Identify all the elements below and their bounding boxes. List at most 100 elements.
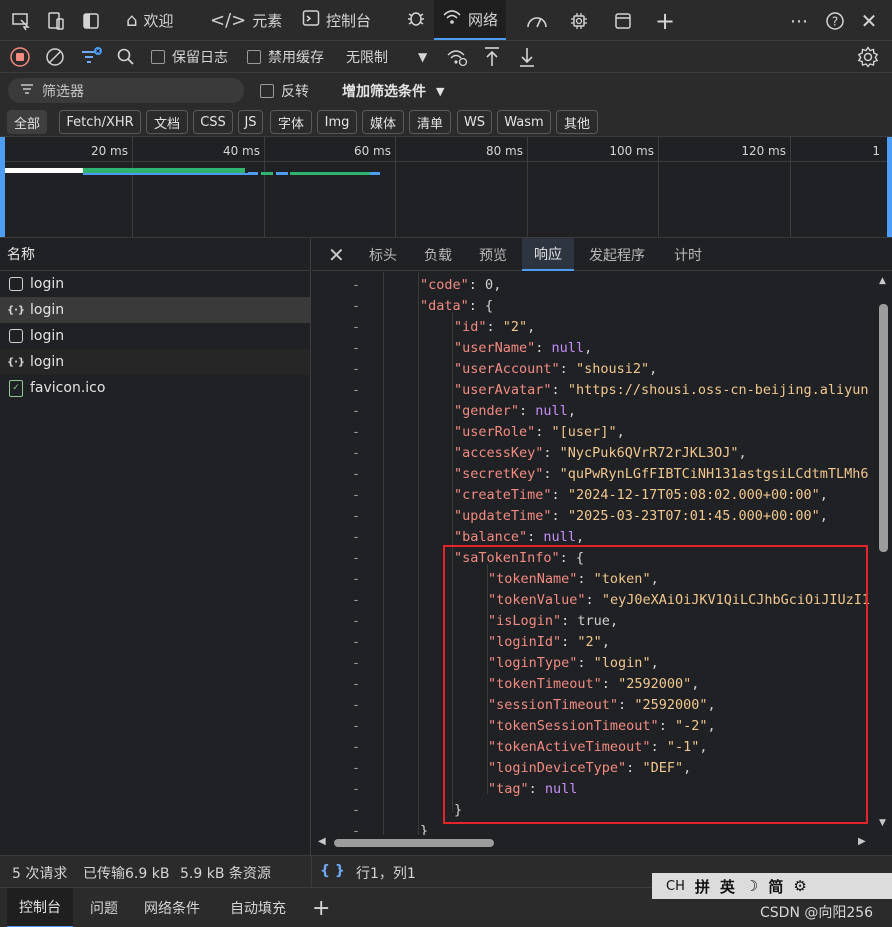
ime-english-label: 英: [719, 877, 735, 896]
fold-gutter-marker: -: [352, 340, 361, 356]
inspect-element-icon[interactable]: [8, 8, 34, 34]
fold-gutter-marker: -: [352, 781, 361, 797]
drawer-tab-console[interactable]: 控制台: [7, 888, 73, 927]
timeline-right-handle[interactable]: [887, 137, 892, 237]
filter-bar: 筛选器 反转 增加筛选条件 ▼: [0, 73, 892, 107]
ime-toolbar[interactable]: CH 拼 英 ☽ 简 ⚙: [652, 873, 892, 899]
type-chip-doc[interactable]: 文档: [146, 110, 188, 134]
network-overview-timeline[interactable]: 20 ms 40 ms 60 ms 80 ms 100 ms 120 ms 1: [0, 137, 892, 238]
device-toolbar-icon[interactable]: [43, 8, 69, 34]
timeline-gridline: [527, 137, 528, 237]
list-item[interactable]: {·} login: [0, 297, 310, 323]
request-list: 名称 login {·} login login {·} login ✓ fav…: [0, 238, 311, 855]
tab-console[interactable]: 控制台: [294, 0, 379, 40]
document-icon: [9, 329, 23, 343]
type-chip-media[interactable]: 媒体: [362, 110, 404, 134]
list-item[interactable]: ✓ favicon.ico: [0, 375, 310, 401]
image-file-icon: ✓: [9, 379, 23, 397]
timeline-bar-tick: [276, 172, 288, 175]
scroll-right-arrow-icon[interactable]: ▶: [858, 836, 866, 847]
name-column-header[interactable]: 名称: [0, 238, 310, 271]
tab-sources[interactable]: [398, 0, 434, 40]
type-chip-font[interactable]: 字体: [270, 110, 312, 134]
tab-headers[interactable]: 标头: [369, 238, 397, 271]
throttle-select[interactable]: 无限制 ▼: [346, 45, 427, 69]
horizontal-scrollbar[interactable]: ◀ ▶: [312, 835, 876, 851]
scroll-left-arrow-icon[interactable]: ◀: [318, 836, 326, 847]
red-annotation-box: [443, 545, 868, 824]
tab-response[interactable]: 响应: [522, 238, 574, 271]
type-chip-all[interactable]: 全部: [7, 110, 47, 134]
import-har-icon[interactable]: [482, 45, 502, 69]
list-item[interactable]: {·} login: [0, 349, 310, 375]
type-chip-ws[interactable]: WS: [457, 110, 492, 134]
vertical-scroll-thumb[interactable]: [879, 304, 888, 552]
vertical-scrollbar[interactable]: ▲ ▼: [876, 272, 892, 835]
type-chip-css[interactable]: CSS: [193, 110, 233, 134]
performance-icon[interactable]: [524, 8, 550, 34]
devtools-tab-strip: ⌂ 欢迎 </> 元素 控制台 网络 + ⋯ ? ✕: [0, 0, 892, 41]
export-har-icon[interactable]: [517, 45, 537, 69]
code-line: - "gender": null,: [312, 401, 876, 422]
invert-checkbox[interactable]: 反转: [260, 81, 309, 101]
filter-input[interactable]: 筛选器: [8, 78, 244, 103]
tab-preview[interactable]: 预览: [479, 238, 507, 271]
drawer-tab-issues[interactable]: 问题: [90, 888, 118, 927]
record-stop-icon[interactable]: [9, 45, 31, 69]
type-chip-js[interactable]: JS: [238, 110, 263, 134]
tab-elements[interactable]: </> 元素: [202, 0, 290, 40]
fold-gutter-marker: -: [352, 550, 361, 566]
request-name: favicon.ico: [30, 380, 106, 396]
help-icon[interactable]: ?: [822, 8, 848, 34]
type-chip-other[interactable]: 其他: [556, 110, 598, 134]
fold-gutter-marker: -: [352, 823, 361, 835]
chevron-down-icon: ▼: [436, 84, 445, 98]
clear-icon[interactable]: [45, 45, 65, 69]
preserve-log-checkbox[interactable]: 保留日志: [151, 45, 228, 69]
close-detail-icon[interactable]: ✕: [328, 243, 345, 267]
network-settings-gear-icon[interactable]: [857, 45, 879, 69]
scroll-down-arrow-icon[interactable]: ▼: [879, 818, 886, 828]
list-item[interactable]: login: [0, 271, 310, 297]
type-chip-img[interactable]: Img: [317, 110, 357, 134]
drawer-tab-autofill[interactable]: 自动填充: [230, 888, 286, 927]
drawer-add-tab-plus-icon[interactable]: +: [312, 888, 330, 927]
drawer-tab-network-conditions[interactable]: 网络条件: [144, 888, 200, 927]
more-filters-label: 增加筛选条件: [342, 84, 426, 100]
add-tool-plus-icon[interactable]: +: [652, 7, 678, 35]
type-chip-wasm[interactable]: Wasm: [497, 110, 551, 134]
value-code: 0: [485, 277, 494, 293]
memory-chip-icon[interactable]: [566, 8, 592, 34]
tab-payload[interactable]: 负载: [424, 238, 452, 271]
application-panel-icon[interactable]: [610, 8, 636, 34]
fold-gutter-marker: -: [352, 361, 361, 377]
tab-initiator[interactable]: 发起程序: [589, 238, 645, 271]
tab-timing[interactable]: 计时: [674, 238, 702, 271]
timeline-label: 1: [872, 144, 880, 158]
timeline-left-handle[interactable]: [0, 137, 5, 237]
scroll-up-arrow-icon[interactable]: ▲: [879, 276, 886, 286]
horizontal-scroll-thumb[interactable]: [334, 839, 494, 847]
value-id: "2": [502, 319, 528, 335]
request-name: login: [30, 302, 65, 318]
list-item[interactable]: login: [0, 323, 310, 349]
close-devtools-icon[interactable]: ✕: [856, 8, 882, 34]
search-icon[interactable]: [116, 45, 136, 69]
network-conditions-icon[interactable]: [446, 45, 468, 69]
tab-network[interactable]: 网络: [434, 0, 507, 40]
json-braces-icon: {·}: [6, 356, 26, 368]
watermark-text: CSDN @向阳256: [760, 905, 874, 921]
dock-side-icon[interactable]: [78, 8, 104, 34]
tab-welcome[interactable]: ⌂ 欢迎: [118, 0, 181, 40]
wifi-icon: [442, 8, 462, 31]
more-options-icon[interactable]: ⋯: [786, 8, 812, 34]
more-filters-dropdown[interactable]: 增加筛选条件 ▼: [342, 81, 444, 101]
type-chip-fetch-xhr[interactable]: Fetch/XHR: [59, 110, 141, 134]
fold-gutter-marker: -: [352, 487, 361, 503]
filter-active-icon[interactable]: [80, 45, 104, 69]
type-chip-manifest[interactable]: 清单: [409, 110, 451, 134]
code-line: - "accessKey": "NycPuk6QVrR72rJKL3OJ",: [312, 443, 876, 464]
fold-gutter-marker: -: [352, 466, 361, 482]
pretty-print-braces-icon[interactable]: { }: [320, 863, 345, 879]
disable-cache-checkbox[interactable]: 禁用缓存: [247, 45, 324, 69]
